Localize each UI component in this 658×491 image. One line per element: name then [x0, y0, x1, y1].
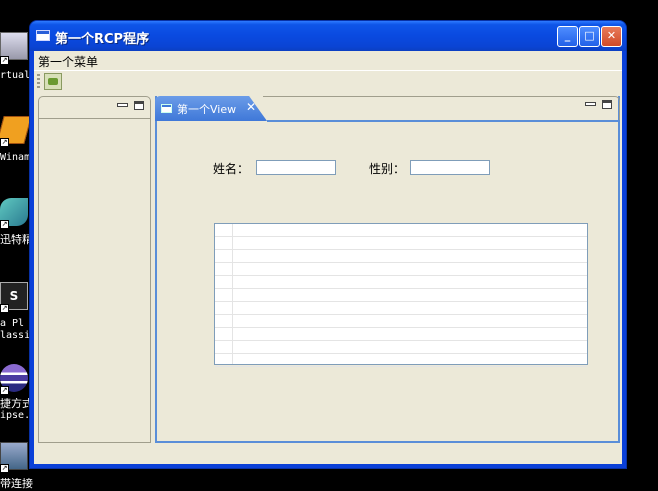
gender-input[interactable]	[410, 160, 490, 175]
tab-strip: 第一个View ✕	[155, 96, 620, 122]
toolbar-grip-icon[interactable]	[37, 74, 40, 90]
view-maximize-icon[interactable]	[602, 100, 612, 109]
toolbar-action-icon[interactable]	[44, 73, 62, 90]
table-row[interactable]	[215, 224, 587, 237]
window-client: 第一个菜单 第一个View ✕ 姓名： 性别：	[34, 51, 622, 464]
name-input[interactable]	[256, 160, 336, 175]
shortcut-arrow-icon: ↗	[0, 386, 9, 395]
table-row[interactable]	[215, 289, 587, 302]
table-row[interactable]	[215, 354, 587, 367]
title-bar[interactable]: 第一个RCP程序 _ □ ✕	[30, 21, 626, 51]
table-row[interactable]	[215, 315, 587, 328]
shortcut-arrow-icon: ↗	[0, 56, 9, 65]
shortcut-arrow-icon: ↗	[0, 220, 9, 229]
rcp-window: 第一个RCP程序 _ □ ✕ 第一个菜单 第一个View ✕ 姓名： 性别：	[29, 20, 627, 469]
window-title: 第一个RCP程序	[55, 32, 150, 47]
shortcut-arrow-icon: ↗	[0, 138, 9, 147]
main-view: 第一个View ✕ 姓名： 性别：	[155, 96, 620, 443]
tab-first-view[interactable]: 第一个View ✕	[155, 96, 267, 121]
table-row[interactable]	[215, 341, 587, 354]
tab-underline	[267, 120, 620, 122]
view-minimize-icon[interactable]	[117, 101, 128, 110]
shortcut-arrow-icon: ↗	[0, 464, 9, 473]
left-view	[38, 96, 151, 443]
table-row[interactable]	[215, 328, 587, 341]
table-row[interactable]	[215, 276, 587, 289]
table-row[interactable]	[215, 302, 587, 315]
tab-label: 第一个View	[177, 103, 237, 116]
gender-label: 性别：	[369, 162, 406, 176]
tab-strip-border	[263, 96, 620, 120]
view-minimize-icon[interactable]	[585, 100, 596, 109]
data-table[interactable]	[214, 223, 588, 367]
shortcut-arrow-icon: ↗	[0, 304, 9, 313]
name-label: 姓名：	[213, 162, 250, 176]
menu-item-first[interactable]: 第一个菜单	[38, 53, 98, 70]
window-icon	[36, 30, 50, 41]
left-view-header	[39, 97, 150, 119]
tab-close-icon[interactable]: ✕	[246, 100, 256, 114]
maximize-button[interactable]: □	[579, 26, 600, 47]
minimize-button[interactable]: _	[557, 26, 578, 47]
view-maximize-icon[interactable]	[134, 101, 144, 110]
menu-bar: 第一个菜单	[34, 51, 622, 69]
table-row[interactable]	[215, 263, 587, 276]
close-button[interactable]: ✕	[601, 26, 622, 47]
toolbar	[34, 70, 622, 92]
table-row[interactable]	[215, 250, 587, 263]
view-icon	[161, 104, 172, 113]
table-row[interactable]	[215, 237, 587, 250]
